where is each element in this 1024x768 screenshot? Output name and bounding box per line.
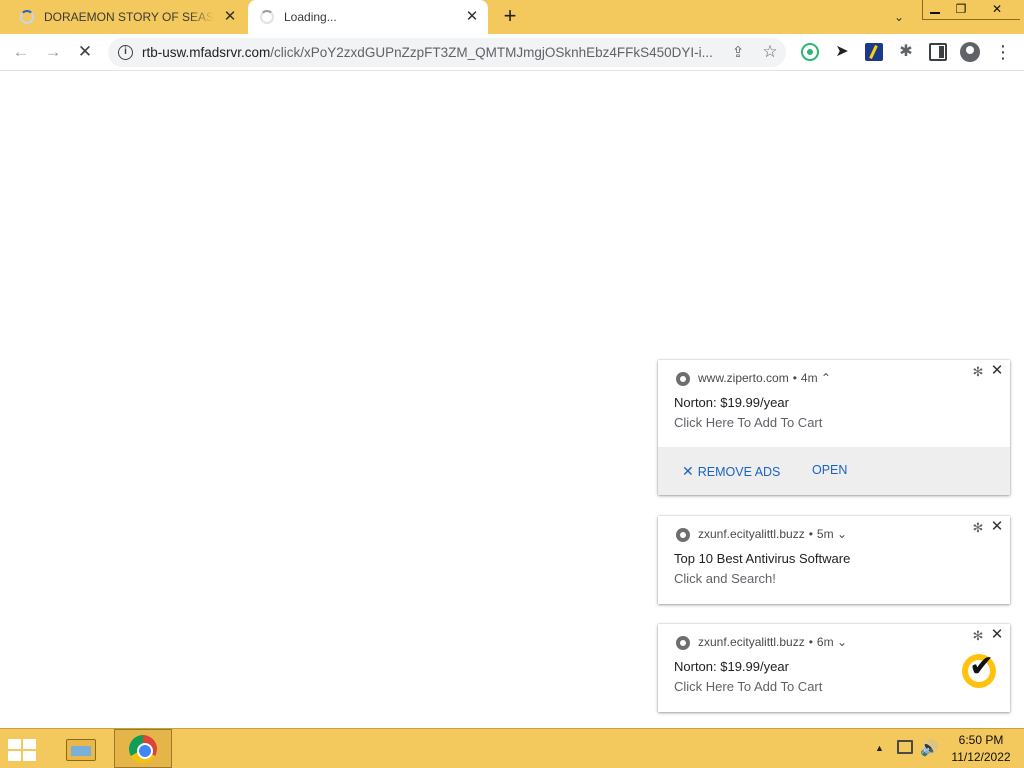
notification-age: 6m — [816, 635, 834, 649]
close-icon[interactable]: ✕ — [990, 627, 1004, 643]
chrome-badge-icon — [676, 636, 690, 650]
maximize-button[interactable]: ❐ — [948, 0, 974, 19]
tab-doraemon[interactable]: DORAEMON STORY OF SEASON ✕ — [8, 0, 246, 34]
gear-icon[interactable]: ✻ — [971, 521, 985, 535]
separator-dot: • — [792, 371, 797, 385]
loading-spinner-icon — [20, 10, 34, 24]
notification-source: zxunf.ecityalittl.buzz • 5m ⌄ — [698, 527, 847, 541]
minimize-button[interactable] — [922, 0, 948, 19]
cursor-extension-icon[interactable]: ➤ — [833, 43, 851, 61]
tab-close-icon[interactable]: ✕ — [222, 9, 238, 25]
share-icon[interactable]: ⇪ — [728, 43, 748, 63]
chrome-taskbar-button[interactable] — [114, 729, 172, 768]
tab-strip: DORAEMON STORY OF SEASON ✕ Loading... ✕ … — [0, 0, 1024, 34]
separator-dot: • — [808, 635, 813, 649]
blue-extension-icon[interactable] — [865, 43, 883, 61]
separator-dot: • — [808, 527, 813, 541]
tab-search-chevron-icon[interactable]: ⌄ — [890, 8, 908, 26]
notification-source: zxunf.ecityalittl.buzz • 6m ⌄ — [698, 635, 847, 649]
notification-body: Click and Search! — [674, 571, 776, 586]
chrome-badge-icon — [676, 372, 690, 386]
notification-antivirus[interactable]: zxunf.ecityalittl.buzz • 5m ⌄ ✻ ✕ Top 10 B… — [658, 516, 1010, 604]
tab-close-icon[interactable]: ✕ — [464, 9, 480, 25]
close-window-button[interactable]: ✕ — [974, 0, 1020, 19]
gear-icon[interactable]: ✻ — [971, 365, 985, 379]
close-icon[interactable]: ✕ — [990, 363, 1004, 379]
back-arrow-icon[interactable]: ← — [9, 40, 33, 64]
notification-age: 5m — [816, 527, 834, 541]
tab-title: Loading... — [284, 10, 337, 24]
profile-avatar-icon[interactable] — [960, 42, 980, 62]
file-explorer-button[interactable] — [58, 731, 106, 767]
bookmark-star-icon[interactable]: ☆ — [760, 42, 780, 62]
tab-title: DORAEMON STORY OF SEASON — [44, 10, 214, 24]
notification-title: Norton: $19.99/year — [674, 659, 789, 674]
forward-arrow-icon[interactable]: → — [41, 40, 65, 64]
notification-body: Click Here To Add To Cart — [674, 415, 823, 430]
extensions-puzzle-icon[interactable]: ✱ — [897, 43, 915, 61]
notification-body: Click Here To Add To Cart — [674, 679, 823, 694]
show-hidden-icons-icon[interactable]: ▲ — [875, 743, 884, 753]
green-extension-icon[interactable] — [801, 43, 819, 61]
norton-check-logo-icon — [962, 650, 996, 688]
browser-toolbar: ← → ✕ i rtb-usw.mfadsrvr.com/click/xPoY2… — [0, 34, 1024, 71]
expand-caret-icon[interactable]: ⌄ — [837, 527, 847, 541]
tab-loading[interactable]: Loading... ✕ — [248, 0, 488, 34]
open-button[interactable]: OPEN — [812, 463, 847, 477]
source-domain: zxunf.ecityalittl.buzz — [698, 527, 805, 541]
notification-ziperto[interactable]: www.ziperto.com • 4m ⌃ ✻ ✕ Norton: $19.99/… — [658, 360, 1010, 495]
close-icon[interactable]: ✕ — [990, 519, 1004, 535]
notification-actions: ✕ REMOVE ADS OPEN — [658, 447, 1010, 495]
address-bar[interactable]: i rtb-usw.mfadsrvr.com/click/xPoY2zxdGUP… — [108, 38, 786, 67]
loading-spinner-icon — [260, 10, 274, 24]
start-windows-icon[interactable] — [8, 739, 38, 761]
clock-date[interactable]: 11/12/2022 — [944, 750, 1018, 764]
notification-title: Norton: $19.99/year — [674, 395, 789, 410]
kebab-menu-icon[interactable]: ⋮ — [994, 43, 1012, 61]
taskbar: ▲ 🔊 6:50 PM 11/12/2022 — [0, 728, 1024, 768]
chrome-logo-icon — [129, 735, 157, 763]
source-domain: zxunf.ecityalittl.buzz — [698, 635, 805, 649]
remove-x-icon: ✕ — [682, 463, 694, 479]
collapse-caret-icon[interactable]: ⌃ — [821, 371, 831, 385]
stop-loading-icon[interactable]: ✕ — [73, 40, 97, 64]
notification-source: www.ziperto.com • 4m ⌃ — [698, 371, 831, 385]
remove-ads-button[interactable]: ✕ REMOVE ADS — [682, 463, 780, 480]
volume-icon[interactable]: 🔊 — [920, 739, 939, 757]
notification-age: 4m — [800, 371, 818, 385]
chrome-badge-icon — [676, 528, 690, 542]
folder-icon — [66, 739, 96, 761]
site-info-icon[interactable]: i — [118, 45, 133, 60]
notification-norton[interactable]: zxunf.ecityalittl.buzz • 6m ⌄ ✻ ✕ Norton: … — [658, 624, 1010, 712]
url-text[interactable]: rtb-usw.mfadsrvr.com/click/xPoY2zxdGUPnZ… — [142, 45, 714, 60]
url-path: /click/xPoY2zxdGUPnZzpFT3ZM_QMTMJmgjOSkn… — [270, 45, 713, 60]
source-domain: www.ziperto.com — [698, 371, 789, 385]
clock-time[interactable]: 6:50 PM — [944, 733, 1018, 747]
gear-icon[interactable]: ✻ — [971, 629, 985, 643]
url-host: rtb-usw.mfadsrvr.com — [142, 45, 271, 60]
expand-caret-icon[interactable]: ⌄ — [837, 635, 847, 649]
new-tab-button[interactable]: + — [498, 5, 522, 29]
side-panel-icon[interactable] — [929, 43, 947, 61]
notification-title: Top 10 Best Antivirus Software — [674, 551, 851, 566]
remove-ads-label: REMOVE ADS — [697, 465, 781, 479]
network-icon[interactable] — [897, 740, 913, 754]
